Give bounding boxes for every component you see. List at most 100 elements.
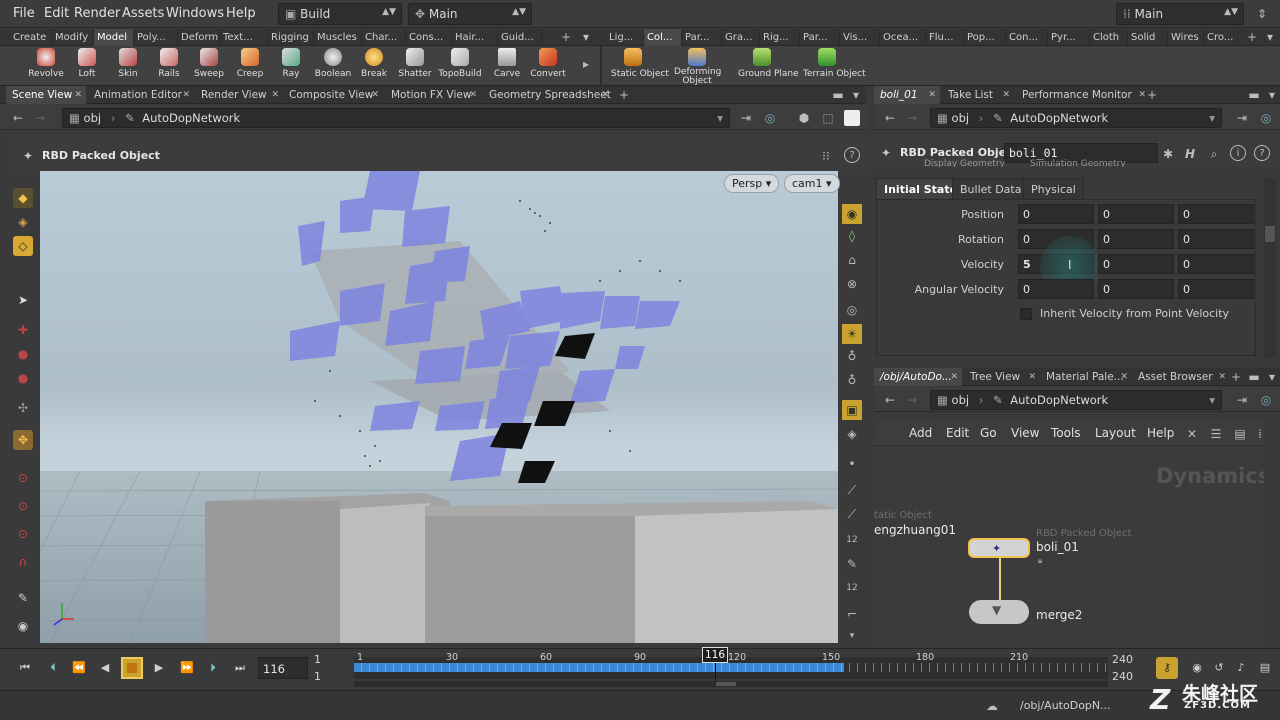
back-arrow-icon[interactable]: ← (10, 110, 26, 126)
step-back-key-icon[interactable]: ⏴ (42, 657, 64, 679)
close-icon[interactable]: ✕ (371, 86, 379, 104)
network-path-input[interactable]: ▦ obj › ✎ AutoDopNetwork ▾ (930, 390, 1222, 410)
network-menu-go[interactable]: Go (980, 426, 997, 440)
link-icon[interactable]: ◎ (762, 110, 778, 126)
display-icon[interactable]: ⬚ (820, 110, 836, 126)
jump-end-icon[interactable]: ⏭ (229, 657, 251, 679)
network-menu-tools[interactable]: Tools (1051, 426, 1081, 440)
position-x-field[interactable]: 0 (1018, 204, 1094, 224)
camera-mode-button[interactable]: Persp ▾ (724, 174, 780, 193)
angular-velocity-z-field[interactable]: 0 (1178, 279, 1254, 299)
shelf-tab-rigid[interactable]: Rig... (760, 29, 800, 46)
wireframe-icon[interactable]: ◎ (842, 300, 862, 320)
play-reverse-icon[interactable]: ◀ (94, 657, 116, 679)
more-icon[interactable]: ⁞ (1252, 426, 1268, 442)
skin-tool[interactable]: Skin (106, 48, 150, 86)
velocity-z-field[interactable]: 0 (1178, 254, 1254, 274)
shelf-tab-hair[interactable]: Hair... (452, 29, 498, 46)
shadow-icon[interactable]: ♁ (842, 346, 862, 366)
cube-icon[interactable]: ⬢ (796, 110, 812, 126)
close-icon[interactable]: ✕ (928, 86, 936, 104)
normal-icon[interactable]: ⟋ (842, 480, 862, 500)
audio-icon[interactable]: ♪ (1230, 657, 1252, 679)
shatter-tool[interactable]: Shatter (393, 48, 437, 86)
convert-tool[interactable]: Convert (526, 48, 570, 86)
menu-render[interactable]: Render (74, 6, 120, 21)
wrench-icon[interactable]: ✕ (1184, 426, 1200, 442)
forward-arrow-icon[interactable]: → (32, 110, 48, 126)
shelf-tab-particles[interactable]: Par... (682, 29, 722, 46)
network-menu-help[interactable]: Help (1147, 426, 1174, 440)
magnet-point-icon[interactable]: ∩ (13, 552, 33, 572)
pointer-icon[interactable]: ➤ (13, 290, 33, 310)
settings-icon[interactable]: ▤ (1254, 657, 1276, 679)
menu-help[interactable]: Help (226, 6, 256, 21)
tab-autodopnetwork[interactable]: /obj/AutoDo... ✕ (874, 368, 962, 386)
terrain-object-tool[interactable]: Terrain Object (803, 48, 866, 86)
pin-icon[interactable]: ⇥ (738, 110, 754, 126)
visibility-icon[interactable]: ♁ (842, 370, 862, 390)
add-icon[interactable]: + (616, 87, 632, 103)
tab-take-list[interactable]: Take List ✕ (942, 86, 1014, 104)
current-frame-field[interactable]: 116 (258, 657, 308, 679)
menu-edit[interactable]: Edit (44, 6, 69, 21)
close-icon[interactable]: ✕ (1120, 368, 1128, 386)
loop-icon[interactable]: ↺ (1208, 657, 1230, 679)
corner-icon[interactable]: ⌐ (842, 604, 862, 624)
pane-menu-icon[interactable]: ▬ (1246, 87, 1262, 103)
boolean-tool[interactable]: Boolean (311, 48, 355, 86)
add-icon[interactable]: + (1228, 369, 1244, 385)
close-icon[interactable]: ✕ (1028, 368, 1036, 386)
close-icon[interactable]: ✕ (469, 86, 477, 104)
inherit-velocity-checkbox[interactable] (1020, 308, 1032, 320)
topobuild-tool[interactable]: TopoBuild (438, 48, 482, 86)
shelf-tab-char[interactable]: Char... (362, 29, 406, 46)
prim-number-icon[interactable]: 12 (842, 578, 862, 598)
position-z-field[interactable]: 0 (1178, 204, 1254, 224)
ground-plane-tool[interactable]: Ground Plane (738, 48, 799, 86)
close-icon[interactable]: ✕ (1002, 86, 1010, 104)
jump-start-icon[interactable]: ⏮ (14, 657, 36, 679)
chevron-updown-icon[interactable]: ⇕ (1254, 6, 1270, 22)
sweep-tool[interactable]: Sweep (187, 48, 231, 86)
scene-path-input[interactable]: ▦ obj › ✎ AutoDopNetwork ▾ (62, 108, 730, 128)
edge-icon[interactable]: ⟋ (842, 504, 862, 524)
ray-tool[interactable]: Ray (269, 48, 313, 86)
network-menu-edit[interactable]: Edit (946, 426, 969, 440)
carve-tool[interactable]: Carve (485, 48, 529, 86)
stop-button[interactable] (121, 657, 143, 679)
info-icon[interactable]: i (1230, 145, 1246, 161)
realtime-icon[interactable]: ◉ (1186, 657, 1208, 679)
gear-icon[interactable]: ✱ (1160, 146, 1176, 162)
shelf-tab-fluid[interactable]: Flu... (926, 29, 964, 46)
revolve-tool[interactable]: Revolve (24, 48, 68, 86)
shelf-tab-solid[interactable]: Solid (1128, 29, 1168, 46)
shelf-tab-model[interactable]: Model (94, 29, 134, 46)
back-arrow-icon[interactable]: ← (882, 110, 898, 126)
close-icon[interactable]: ✕ (1218, 368, 1226, 386)
loft-tool[interactable]: Loft (65, 48, 109, 86)
position-y-field[interactable]: 0 (1098, 204, 1174, 224)
shelf-tab-particle-fluids[interactable]: Par... (800, 29, 840, 46)
help-h-icon[interactable]: H (1182, 146, 1198, 162)
tab-boli-01[interactable]: boli_01 ✕ (874, 86, 940, 104)
chevron-down-icon[interactable]: ▾ (1264, 369, 1280, 385)
network-scrollbar[interactable] (1264, 446, 1276, 642)
shelf-tab-pop[interactable]: Pop... (964, 29, 1006, 46)
translate-icon[interactable]: ✚ (13, 320, 33, 340)
view-tool-icon[interactable]: ✥ (13, 430, 33, 450)
close-icon[interactable]: ✕ (74, 86, 82, 104)
shelf-tab-deform[interactable]: Deform (178, 29, 220, 46)
scene-viewport[interactable] (40, 171, 838, 643)
rotate-icon[interactable]: ● (13, 344, 33, 364)
shelf-tab-cloth[interactable]: Cloth (1090, 29, 1128, 46)
tab-animation-editor[interactable]: Animation Editor ✕ (88, 86, 194, 104)
tab-motion-fx-view[interactable]: Motion FX View ✕ (385, 86, 481, 104)
shelf-tab-rigging[interactable]: Rigging (268, 29, 314, 46)
point-icon[interactable]: • (842, 454, 862, 474)
play-icon[interactable]: ▶ (148, 657, 170, 679)
shelf-tab-wires[interactable]: Wires (1168, 29, 1204, 46)
brush-icon[interactable]: ✎ (13, 588, 33, 608)
node-boli-01[interactable]: ✦ (968, 538, 1030, 558)
network-menu-add[interactable]: Add (909, 426, 932, 440)
